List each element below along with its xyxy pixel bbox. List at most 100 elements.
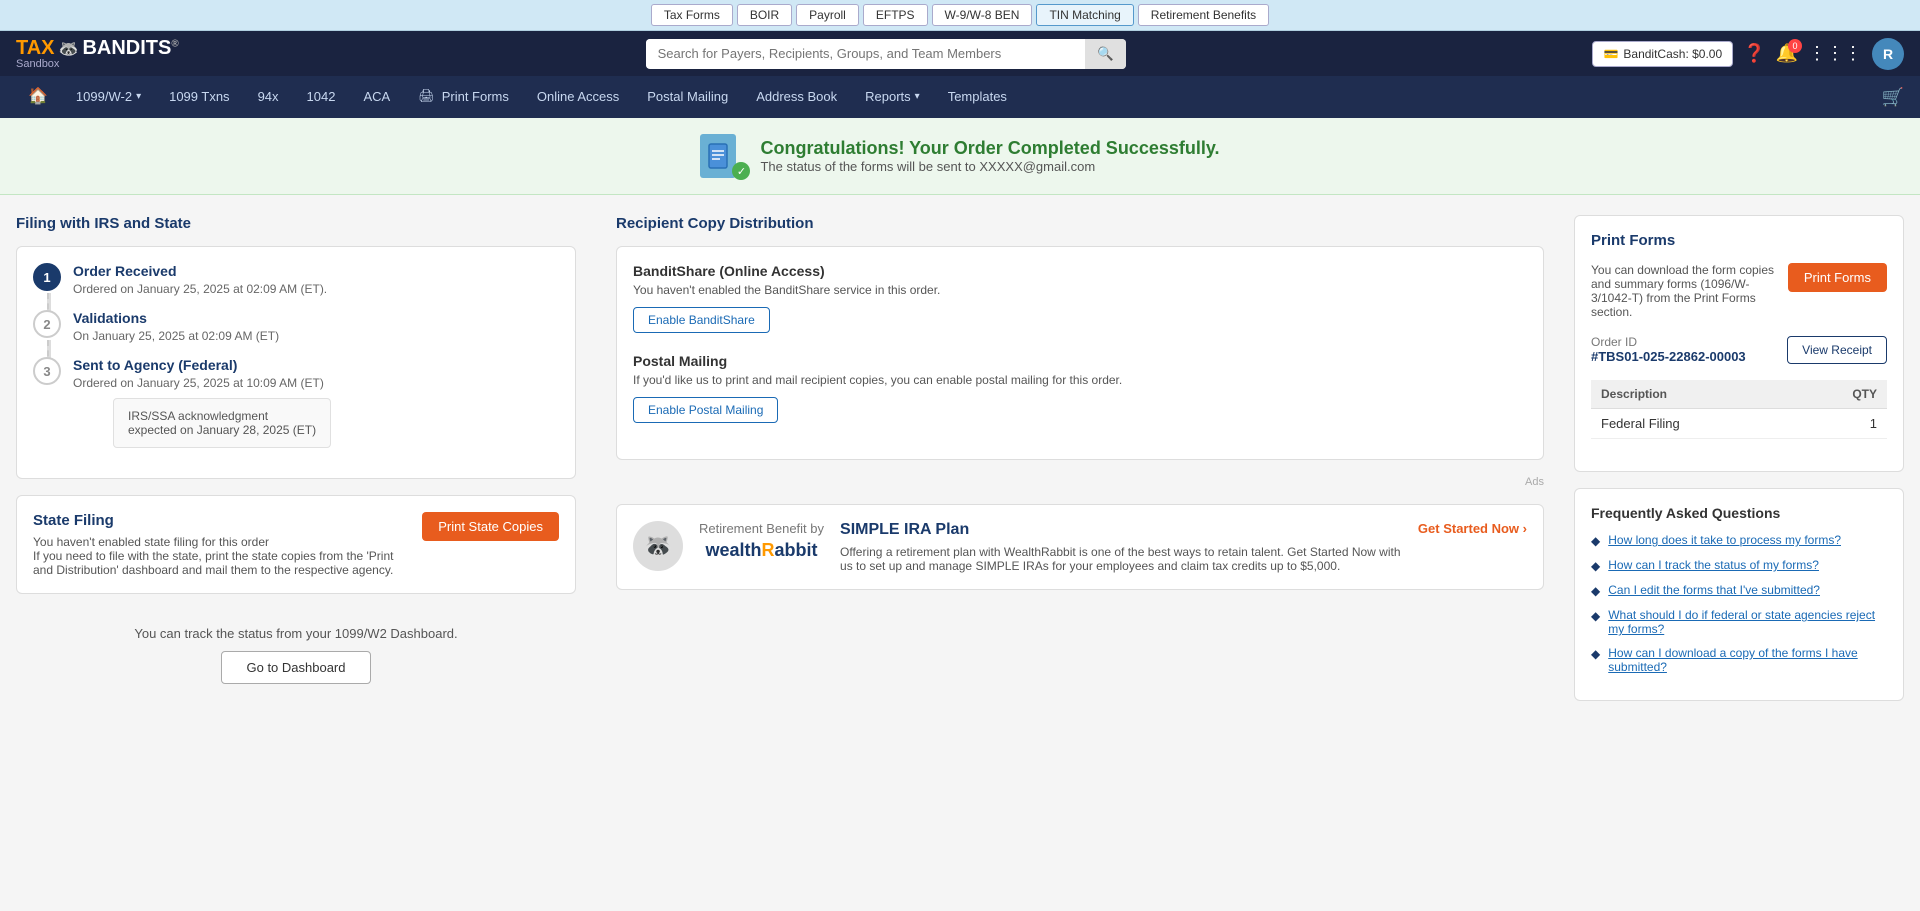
logo-area: TAX 🦝 BANDITS® Sandbox [16,37,179,70]
header: TAX 🦝 BANDITS® Sandbox 🔍 💳 BanditCash: $… [0,31,1920,76]
order-table-row: Federal Filing 1 [1591,409,1887,439]
ads-title: SIMPLE IRA Plan [840,521,1402,539]
print-icon: 🖨 [418,88,435,104]
print-forms-title: Print Forms [1591,232,1887,249]
faq-item-4: ◆ What should I do if federal or state a… [1591,608,1887,636]
order-id-info: Order ID #TBS01-025-22862-00003 [1591,335,1746,364]
ads-logo-text: Retirement Benefit by [699,521,824,536]
order-table-header-qty: QTY [1795,380,1887,409]
faq-diamond-icon-4: ◆ [1591,609,1600,623]
step-3-description: Ordered on January 25, 2025 at 10:09 AM … [73,376,331,390]
tab-w9w8ben[interactable]: W-9/W-8 BEN [932,4,1033,26]
tab-boir[interactable]: BOIR [737,4,792,26]
state-filing-desc1: You haven't enabled state filing for thi… [33,535,402,549]
nav-reports[interactable]: Reports ▾ [853,79,932,116]
irs-ack-line2: expected on January 28, 2025 (ET) [128,423,316,437]
avatar-button[interactable]: R [1872,38,1904,70]
irs-ack-line1: IRS/SSA acknowledgment [128,409,316,423]
postal-mailing-block: Postal Mailing If you'd like us to print… [633,353,1527,423]
tab-tax-forms[interactable]: Tax Forms [651,4,733,26]
bandit-cash-label: BanditCash: $0.00 [1623,47,1722,61]
faq-diamond-icon-2: ◆ [1591,559,1600,573]
faq-section: Frequently Asked Questions ◆ How long do… [1574,488,1904,701]
bandit-cash-display[interactable]: 💳 BanditCash: $0.00 [1592,41,1733,67]
state-filing-desc2: If you need to file with the state, prin… [33,549,402,577]
logo-bandits-text: BANDITS® [82,37,178,60]
nav-print-forms-label: Print Forms [442,89,509,104]
nav-templates[interactable]: Templates [936,79,1019,116]
faq-diamond-icon-3: ◆ [1591,584,1600,598]
faq-link-2[interactable]: How can I track the status of my forms? [1608,558,1819,572]
dashboard-text: You can track the status from your 1099/… [32,626,560,641]
search-area: 🔍 [191,39,1581,69]
faq-link-4[interactable]: What should I do if federal or state age… [1608,608,1887,636]
order-id-label: Order ID [1591,335,1746,349]
notification-badge: 0 [1788,39,1802,53]
view-receipt-button[interactable]: View Receipt [1787,336,1887,364]
nav-aca[interactable]: ACA [351,79,402,116]
left-column: Filing with IRS and State 1 Order Receiv… [16,215,596,701]
postal-mailing-description: If you'd like us to print and mail recip… [633,373,1527,387]
postal-mailing-title: Postal Mailing [633,353,1527,369]
faq-link-3[interactable]: Can I edit the forms that I've submitted… [1608,583,1820,597]
search-input[interactable] [646,39,1085,68]
order-table: Description QTY Federal Filing 1 [1591,380,1887,439]
notification-button[interactable]: 🔔 0 [1776,43,1798,64]
cart-icon[interactable]: 🛒 [1882,87,1904,108]
nav-94x[interactable]: 94x [246,79,291,116]
success-doc-icon [700,134,736,178]
ads-section: 🦝 Retirement Benefit by wealthRabbit SIM… [616,504,1544,590]
faq-diamond-icon-1: ◆ [1591,534,1600,548]
nav-1099-txns[interactable]: 1099 Txns [157,79,241,116]
step-1: 1 Order Received Ordered on January 25, … [33,263,559,296]
faq-link-5[interactable]: How can I download a copy of the forms I… [1608,646,1887,674]
faq-item-5: ◆ How can I download a copy of the forms… [1591,646,1887,674]
print-forms-description: You can download the form copies and sum… [1591,263,1776,319]
step-3-content: Sent to Agency (Federal) Ordered on Janu… [73,357,331,448]
step-2-description: On January 25, 2025 at 02:09 AM (ET) [73,329,279,343]
nav-address-book[interactable]: Address Book [744,79,849,116]
right-column: Print Forms You can download the form co… [1564,215,1904,701]
print-forms-header: You can download the form copies and sum… [1591,263,1887,319]
nav-home-button[interactable]: 🏠 [16,76,60,118]
go-to-dashboard-button[interactable]: Go to Dashboard [221,651,370,684]
wealth-rabbit-highlight: R [762,540,775,560]
enable-postal-mailing-button[interactable]: Enable Postal Mailing [633,397,778,423]
top-tab-bar: Tax Forms BOIR Payroll EFTPS W-9/W-8 BEN… [0,0,1920,31]
search-box: 🔍 [646,39,1126,69]
order-table-row-description: Federal Filing [1591,409,1795,439]
bandit-share-description: You haven't enabled the BanditShare serv… [633,283,1527,297]
state-filing-title: State Filing [33,512,402,529]
step-2: 2 Validations On January 25, 2025 at 02:… [33,310,559,343]
enable-bandit-share-button[interactable]: Enable BanditShare [633,307,770,333]
ads-container: Ads 🦝 Retirement Benefit by wealthRabbit… [616,476,1544,590]
search-button[interactable]: 🔍 [1085,39,1126,69]
nav-postal-mailing[interactable]: Postal Mailing [635,79,740,116]
faq-item-3: ◆ Can I edit the forms that I've submitt… [1591,583,1887,598]
ads-cta-button[interactable]: Get Started Now › [1418,521,1527,536]
ads-label-row: Ads [616,476,1544,488]
step-1-content: Order Received Ordered on January 25, 20… [73,263,327,296]
print-state-copies-button[interactable]: Print State Copies [422,512,559,541]
print-forms-button[interactable]: Print Forms [1788,263,1887,292]
grid-button[interactable]: ⋮⋮⋮ [1808,43,1862,64]
nav-reports-label: Reports [865,89,911,104]
tab-retirement-benefits[interactable]: Retirement Benefits [1138,4,1269,26]
faq-link-1[interactable]: How long does it take to process my form… [1608,533,1841,547]
header-actions: 💳 BanditCash: $0.00 ❓ 🔔 0 ⋮⋮⋮ R [1592,38,1904,70]
nav-1099-w2[interactable]: 1099/W-2 ▾ [64,79,153,116]
faq-title: Frequently Asked Questions [1591,505,1887,521]
step-3-title: Sent to Agency (Federal) [73,357,331,373]
order-table-row-qty: 1 [1795,409,1887,439]
tab-eftps[interactable]: EFTPS [863,4,928,26]
help-button[interactable]: ❓ [1743,43,1765,64]
main-nav: 🏠 1099/W-2 ▾ 1099 Txns 94x 1042 ACA 🖨 Pr… [0,76,1920,118]
nav-print-forms[interactable]: 🖨 Print Forms [406,78,521,116]
tab-payroll[interactable]: Payroll [796,4,859,26]
nav-online-access[interactable]: Online Access [525,79,631,116]
step-2-title: Validations [73,310,279,326]
ads-label: Ads [1525,476,1544,488]
tab-tin-matching[interactable]: TIN Matching [1036,4,1133,26]
main-content: Filing with IRS and State 1 Order Receiv… [0,195,1920,721]
nav-1042[interactable]: 1042 [295,79,348,116]
